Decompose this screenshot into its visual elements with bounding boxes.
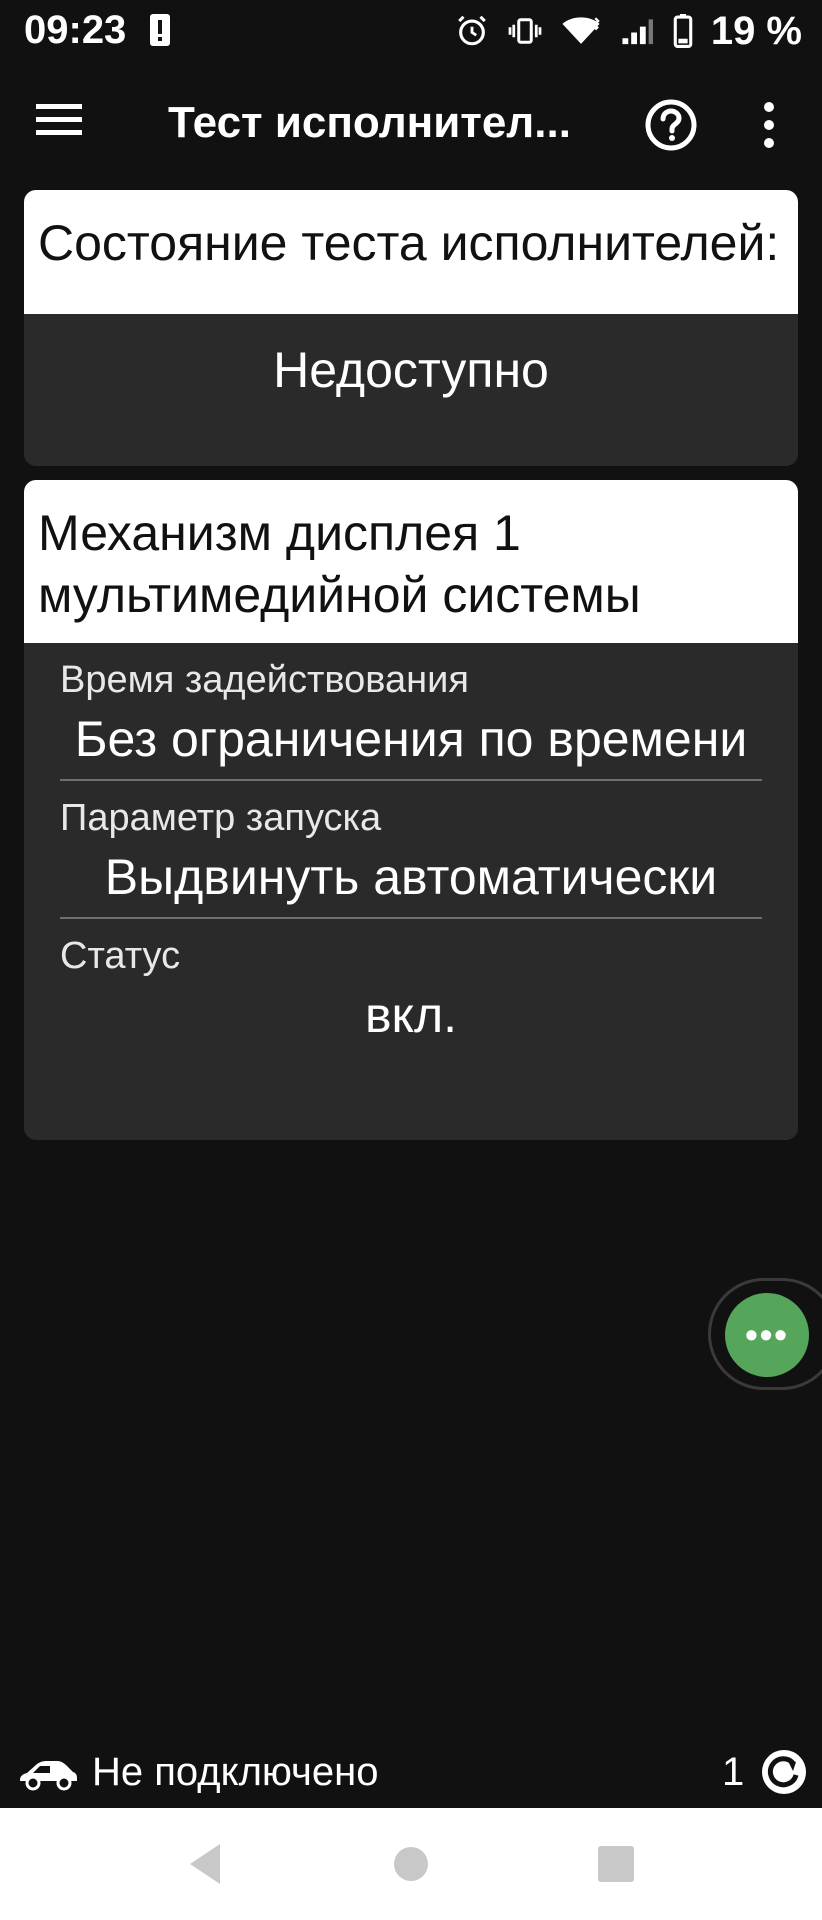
menu-button[interactable] [36, 102, 96, 148]
connection-status: Не подключено [92, 1750, 379, 1794]
param-value-launch[interactable]: Выдвинуть автоматически [60, 841, 762, 917]
menu-icon [36, 104, 82, 135]
status-bar: 09:23 19 % [0, 0, 822, 62]
vibrate-icon [508, 18, 542, 44]
refresh-icon[interactable] [760, 1748, 808, 1796]
system-nav-bar [0, 1808, 822, 1920]
more-options-button[interactable] [752, 98, 786, 152]
battery-percent: 19 % [710, 8, 802, 53]
param-label-status: Статус [60, 935, 181, 977]
param-label-duration: Время задействования [60, 659, 469, 701]
test-state-value: Недоступно [273, 342, 549, 398]
fab-container: ••• [708, 1278, 822, 1390]
app-bar: Тест исполнител... [0, 70, 822, 180]
test-state-card: Состояние теста исполнителей: Недоступно [24, 190, 798, 466]
connection-strip: Не подключено 1 [0, 1742, 822, 1806]
status-time: 09:23 [24, 8, 127, 52]
alert-icon [150, 14, 170, 46]
alarm-icon [457, 15, 486, 46]
connection-count: 1 [722, 1750, 745, 1794]
screen: 09:23 19 % Тест исполнител... Состояние … [0, 0, 822, 1920]
wifi-icon [562, 17, 600, 44]
battery-icon [673, 14, 693, 48]
param-label-launch: Параметр запуска [60, 797, 382, 839]
param-value-status: вкл. [364, 987, 458, 1043]
nav-back-icon[interactable] [180, 1838, 232, 1890]
more-vert-icon [764, 102, 774, 148]
actuator-header: Механизм дисплея 1 мультимедийной систем… [24, 480, 798, 643]
fab-more-button[interactable]: ••• [725, 1293, 809, 1377]
signal-icon [622, 19, 653, 45]
test-state-header: Состояние теста исполнителей: [24, 190, 798, 314]
status-icons: 19 % [455, 8, 802, 54]
nav-home-icon[interactable] [385, 1838, 437, 1890]
nav-recent-icon[interactable] [590, 1838, 642, 1890]
help-icon [645, 99, 697, 151]
param-block: Время задействования Без ограничения по … [24, 643, 798, 1055]
page-title: Тест исполнител... [168, 98, 571, 147]
help-button[interactable] [644, 98, 698, 152]
car-icon [20, 1761, 77, 1791]
param-value-duration[interactable]: Без ограничения по времени [60, 703, 762, 779]
actuator-card[interactable]: Механизм дисплея 1 мультимедийной систем… [24, 480, 798, 1140]
